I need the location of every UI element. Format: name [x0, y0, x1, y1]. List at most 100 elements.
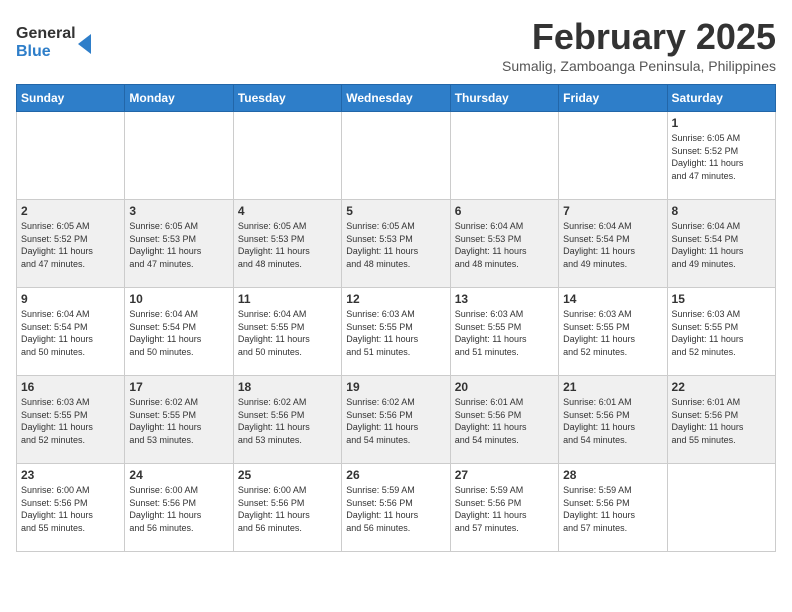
- calendar-cell: 7 Sunrise: 6:04 AM Sunset: 5:54 PM Daylig…: [559, 200, 667, 288]
- calendar-week-row: 2Sunrise: 6:05 AM Sunset: 5:52 PM Daylig…: [17, 200, 776, 288]
- svg-text:Blue: Blue: [16, 43, 51, 60]
- day-number: 14: [563, 292, 662, 306]
- day-number: 28: [563, 468, 662, 482]
- day-number: 17: [129, 380, 228, 394]
- weekday-header-monday: Monday: [125, 85, 233, 112]
- day-number: 26: [346, 468, 445, 482]
- day-number: 10: [129, 292, 228, 306]
- day-number: 3: [129, 204, 228, 218]
- day-number: 15: [672, 292, 771, 306]
- day-info: Sunrise: 6:01 AM Sunset: 5:56 PM Dayligh…: [563, 396, 662, 446]
- calendar-cell: 6Sunrise: 6:04 AM Sunset: 5:53 PM Daylig…: [450, 200, 558, 288]
- calendar-week-row: 9 Sunrise: 6:04 AM Sunset: 5:54 PM Daylig…: [17, 288, 776, 376]
- weekday-header-tuesday: Tuesday: [233, 85, 341, 112]
- day-number: 16: [21, 380, 120, 394]
- day-info: Sunrise: 6:02 AM Sunset: 5:56 PM Dayligh…: [238, 396, 337, 446]
- weekday-header-row: SundayMondayTuesdayWednesdayThursdayFrid…: [17, 85, 776, 112]
- calendar-cell: 26 Sunrise: 5:59 AM Sunset: 5:56 PM Dayli…: [342, 464, 450, 552]
- calendar-week-row: 16Sunrise: 6:03 AM Sunset: 5:55 PM Dayli…: [17, 376, 776, 464]
- weekday-header-saturday: Saturday: [667, 85, 775, 112]
- day-info: Sunrise: 6:00 AM Sunset: 5:56 PM Dayligh…: [238, 484, 337, 534]
- calendar-cell: [125, 112, 233, 200]
- calendar-cell: 22 Sunrise: 6:01 AM Sunset: 5:56 PM Dayli…: [667, 376, 775, 464]
- calendar-cell: 28Sunrise: 5:59 AM Sunset: 5:56 PM Dayli…: [559, 464, 667, 552]
- calendar-cell: 23 Sunrise: 6:00 AM Sunset: 5:56 PM Dayli…: [17, 464, 125, 552]
- day-info: Sunrise: 6:02 AM Sunset: 5:55 PM Dayligh…: [129, 396, 228, 446]
- weekday-header-sunday: Sunday: [17, 85, 125, 112]
- day-number: 6: [455, 204, 554, 218]
- day-number: 5: [346, 204, 445, 218]
- day-number: 7: [563, 204, 662, 218]
- calendar-cell: 8 Sunrise: 6:04 AM Sunset: 5:54 PM Daylig…: [667, 200, 775, 288]
- calendar-cell: [17, 112, 125, 200]
- calendar-cell: 3Sunrise: 6:05 AM Sunset: 5:53 PM Daylig…: [125, 200, 233, 288]
- title-area: February 2025 Sumalig, Zamboanga Peninsu…: [502, 16, 776, 74]
- calendar-table: SundayMondayTuesdayWednesdayThursdayFrid…: [16, 84, 776, 552]
- day-number: 25: [238, 468, 337, 482]
- calendar-cell: 13 Sunrise: 6:03 AM Sunset: 5:55 PM Dayli…: [450, 288, 558, 376]
- day-number: 1: [672, 116, 771, 130]
- calendar-cell: 9 Sunrise: 6:04 AM Sunset: 5:54 PM Daylig…: [17, 288, 125, 376]
- calendar-cell: 17 Sunrise: 6:02 AM Sunset: 5:55 PM Dayli…: [125, 376, 233, 464]
- day-info: Sunrise: 5:59 AM Sunset: 5:56 PM Dayligh…: [455, 484, 554, 534]
- calendar-cell: 20 Sunrise: 6:01 AM Sunset: 5:56 PM Dayli…: [450, 376, 558, 464]
- calendar-cell: 11Sunrise: 6:04 AM Sunset: 5:55 PM Dayli…: [233, 288, 341, 376]
- calendar-cell: [450, 112, 558, 200]
- svg-text:General: General: [16, 25, 76, 42]
- calendar-cell: 12 Sunrise: 6:03 AM Sunset: 5:55 PM Dayli…: [342, 288, 450, 376]
- location-subtitle: Sumalig, Zamboanga Peninsula, Philippine…: [502, 58, 776, 74]
- day-number: 4: [238, 204, 337, 218]
- calendar-cell: 18 Sunrise: 6:02 AM Sunset: 5:56 PM Dayli…: [233, 376, 341, 464]
- calendar-cell: 25 Sunrise: 6:00 AM Sunset: 5:56 PM Dayli…: [233, 464, 341, 552]
- calendar-week-row: 1 Sunrise: 6:05 AM Sunset: 5:52 PM Daylig…: [17, 112, 776, 200]
- day-info: Sunrise: 6:01 AM Sunset: 5:56 PM Dayligh…: [672, 396, 771, 446]
- day-number: 20: [455, 380, 554, 394]
- day-number: 11: [238, 292, 337, 306]
- calendar-cell: 16Sunrise: 6:03 AM Sunset: 5:55 PM Dayli…: [17, 376, 125, 464]
- day-info: Sunrise: 6:05 AM Sunset: 5:53 PM Dayligh…: [346, 220, 445, 270]
- calendar-cell: [559, 112, 667, 200]
- calendar-cell: 2Sunrise: 6:05 AM Sunset: 5:52 PM Daylig…: [17, 200, 125, 288]
- day-info: Sunrise: 6:00 AM Sunset: 5:56 PM Dayligh…: [21, 484, 120, 534]
- day-number: 24: [129, 468, 228, 482]
- day-info: Sunrise: 6:05 AM Sunset: 5:53 PM Dayligh…: [238, 220, 337, 270]
- header: General Blue February 2025 Sumalig, Zamb…: [16, 16, 776, 74]
- day-number: 12: [346, 292, 445, 306]
- day-info: Sunrise: 6:04 AM Sunset: 5:54 PM Dayligh…: [563, 220, 662, 270]
- calendar-cell: 5 Sunrise: 6:05 AM Sunset: 5:53 PM Daylig…: [342, 200, 450, 288]
- day-info: Sunrise: 6:03 AM Sunset: 5:55 PM Dayligh…: [563, 308, 662, 358]
- calendar-cell: 10 Sunrise: 6:04 AM Sunset: 5:54 PM Dayli…: [125, 288, 233, 376]
- day-info: Sunrise: 6:01 AM Sunset: 5:56 PM Dayligh…: [455, 396, 554, 446]
- day-number: 2: [21, 204, 120, 218]
- day-number: 23: [21, 468, 120, 482]
- calendar-cell: 4 Sunrise: 6:05 AM Sunset: 5:53 PM Daylig…: [233, 200, 341, 288]
- day-number: 13: [455, 292, 554, 306]
- weekday-header-friday: Friday: [559, 85, 667, 112]
- day-info: Sunrise: 6:03 AM Sunset: 5:55 PM Dayligh…: [455, 308, 554, 358]
- day-number: 27: [455, 468, 554, 482]
- day-number: 19: [346, 380, 445, 394]
- calendar-cell: [342, 112, 450, 200]
- weekday-header-wednesday: Wednesday: [342, 85, 450, 112]
- calendar-cell: 27 Sunrise: 5:59 AM Sunset: 5:56 PM Dayli…: [450, 464, 558, 552]
- day-info: Sunrise: 5:59 AM Sunset: 5:56 PM Dayligh…: [346, 484, 445, 534]
- day-info: Sunrise: 6:04 AM Sunset: 5:54 PM Dayligh…: [129, 308, 228, 358]
- day-info: Sunrise: 6:05 AM Sunset: 5:52 PM Dayligh…: [672, 132, 771, 182]
- day-number: 8: [672, 204, 771, 218]
- calendar-week-row: 23 Sunrise: 6:00 AM Sunset: 5:56 PM Dayli…: [17, 464, 776, 552]
- calendar-cell: 1 Sunrise: 6:05 AM Sunset: 5:52 PM Daylig…: [667, 112, 775, 200]
- day-number: 22: [672, 380, 771, 394]
- day-info: Sunrise: 6:02 AM Sunset: 5:56 PM Dayligh…: [346, 396, 445, 446]
- day-number: 9: [21, 292, 120, 306]
- day-number: 21: [563, 380, 662, 394]
- logo-icon: General Blue: [16, 16, 96, 66]
- month-title: February 2025: [502, 16, 776, 58]
- day-info: Sunrise: 6:03 AM Sunset: 5:55 PM Dayligh…: [346, 308, 445, 358]
- day-info: Sunrise: 6:00 AM Sunset: 5:56 PM Dayligh…: [129, 484, 228, 534]
- day-info: Sunrise: 6:04 AM Sunset: 5:54 PM Dayligh…: [21, 308, 120, 358]
- calendar-cell: 21 Sunrise: 6:01 AM Sunset: 5:56 PM Dayli…: [559, 376, 667, 464]
- day-info: Sunrise: 6:04 AM Sunset: 5:54 PM Dayligh…: [672, 220, 771, 270]
- calendar-cell: 19 Sunrise: 6:02 AM Sunset: 5:56 PM Dayli…: [342, 376, 450, 464]
- day-number: 18: [238, 380, 337, 394]
- calendar-cell: 15Sunrise: 6:03 AM Sunset: 5:55 PM Dayli…: [667, 288, 775, 376]
